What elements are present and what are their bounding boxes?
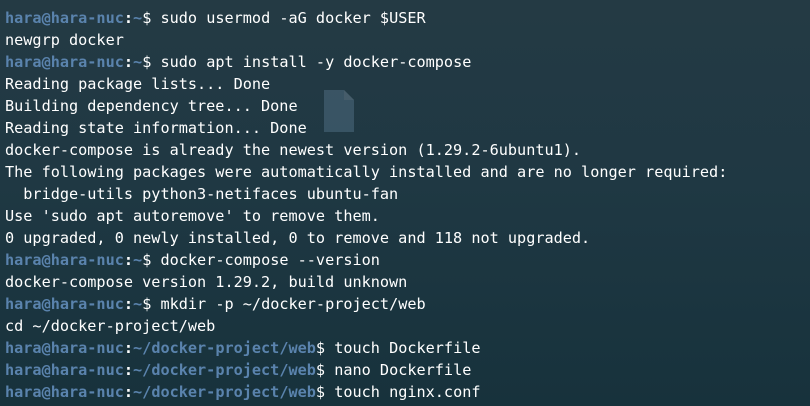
- prompt-symbol: $: [315, 361, 335, 379]
- prompt-symbol: $: [315, 339, 335, 357]
- prompt-line: hara@hara-nuc:~/docker-project/web$ touc…: [5, 381, 810, 403]
- prompt-user-host: hara@hara-nuc: [5, 383, 124, 401]
- output-text: cd ~/docker-project/web: [5, 317, 216, 335]
- prompt-line: hara@hara-nuc:~$ docker-compose --versio…: [5, 249, 810, 271]
- command-text: sudo apt install -y docker-compose: [160, 53, 472, 71]
- prompt-symbol: $: [142, 251, 161, 269]
- prompt-path: ~/docker-project/web: [133, 361, 316, 379]
- output-line: cd ~/docker-project/web: [5, 315, 810, 337]
- prompt-user-host: hara@hara-nuc: [5, 53, 124, 71]
- prompt-separator: :: [123, 383, 134, 401]
- output-text: The following packages were automaticall…: [5, 163, 728, 181]
- prompt-path: ~: [133, 53, 143, 71]
- prompt-separator: :: [123, 9, 134, 27]
- output-line: Building dependency tree... Done: [5, 95, 810, 117]
- watermark-icon: [324, 90, 354, 132]
- prompt-path: ~: [133, 251, 143, 269]
- output-line: The following packages were automaticall…: [5, 161, 810, 183]
- prompt-path: ~/docker-project/web: [133, 383, 316, 401]
- terminal-output: hara@hara-nuc:~$ sudo usermod -aG docker…: [5, 7, 810, 403]
- prompt-line: hara@hara-nuc:~$ mkdir -p ~/docker-proje…: [5, 293, 810, 315]
- output-line: docker-compose version 1.29.2, build unk…: [5, 271, 810, 293]
- output-line: bridge-utils python3-netifaces ubuntu-fa…: [5, 183, 810, 205]
- prompt-path: ~: [133, 9, 143, 27]
- command-text: touch nginx.conf: [334, 383, 481, 401]
- prompt-symbol: $: [142, 53, 161, 71]
- prompt-separator: :: [123, 361, 134, 379]
- prompt-line: hara@hara-nuc:~/docker-project/web$ nano…: [5, 359, 810, 381]
- prompt-separator: :: [123, 251, 134, 269]
- command-text: docker-compose --version: [160, 251, 380, 269]
- output-text: Use 'sudo apt autoremove' to remove them…: [5, 207, 380, 225]
- prompt-user-host: hara@hara-nuc: [5, 295, 124, 313]
- prompt-path: ~: [133, 295, 143, 313]
- output-line: 0 upgraded, 0 newly installed, 0 to remo…: [5, 227, 810, 249]
- prompt-path: ~/docker-project/web: [133, 339, 316, 357]
- terminal-window[interactable]: hara@hara-nuc:~$ sudo usermod -aG docker…: [0, 0, 810, 406]
- command-text: mkdir -p ~/docker-project/web: [160, 295, 426, 313]
- output-line: docker-compose is already the newest ver…: [5, 139, 810, 161]
- prompt-user-host: hara@hara-nuc: [5, 339, 124, 357]
- prompt-separator: :: [123, 339, 134, 357]
- output-text: Reading package lists... Done: [5, 75, 271, 93]
- prompt-line: hara@hara-nuc:~$ sudo usermod -aG docker…: [5, 7, 810, 29]
- prompt-user-host: hara@hara-nuc: [5, 361, 124, 379]
- output-line: Reading package lists... Done: [5, 73, 810, 95]
- prompt-symbol: $: [315, 383, 335, 401]
- output-text: docker-compose is already the newest ver…: [5, 141, 582, 159]
- command-text: sudo usermod -aG docker $USER: [160, 9, 426, 27]
- output-text: newgrp docker: [5, 31, 124, 49]
- output-text: docker-compose version 1.29.2, build unk…: [5, 273, 408, 291]
- output-line: Reading state information... Done: [5, 117, 810, 139]
- output-text: 0 upgraded, 0 newly installed, 0 to remo…: [5, 229, 591, 247]
- command-text: touch Dockerfile: [334, 339, 481, 357]
- output-line: Use 'sudo apt autoremove' to remove them…: [5, 205, 810, 227]
- prompt-user-host: hara@hara-nuc: [5, 9, 124, 27]
- output-line: newgrp docker: [5, 29, 810, 51]
- output-text: Reading state information... Done: [5, 119, 307, 137]
- prompt-symbol: $: [142, 295, 161, 313]
- output-text: bridge-utils python3-netifaces ubuntu-fa…: [5, 185, 399, 203]
- prompt-separator: :: [123, 53, 134, 71]
- output-text: Building dependency tree... Done: [5, 97, 298, 115]
- prompt-line: hara@hara-nuc:~/docker-project/web$ touc…: [5, 337, 810, 359]
- prompt-symbol: $: [142, 9, 161, 27]
- command-text: nano Dockerfile: [334, 361, 472, 379]
- prompt-separator: :: [123, 295, 134, 313]
- prompt-user-host: hara@hara-nuc: [5, 251, 124, 269]
- prompt-line: hara@hara-nuc:~$ sudo apt install -y doc…: [5, 51, 810, 73]
